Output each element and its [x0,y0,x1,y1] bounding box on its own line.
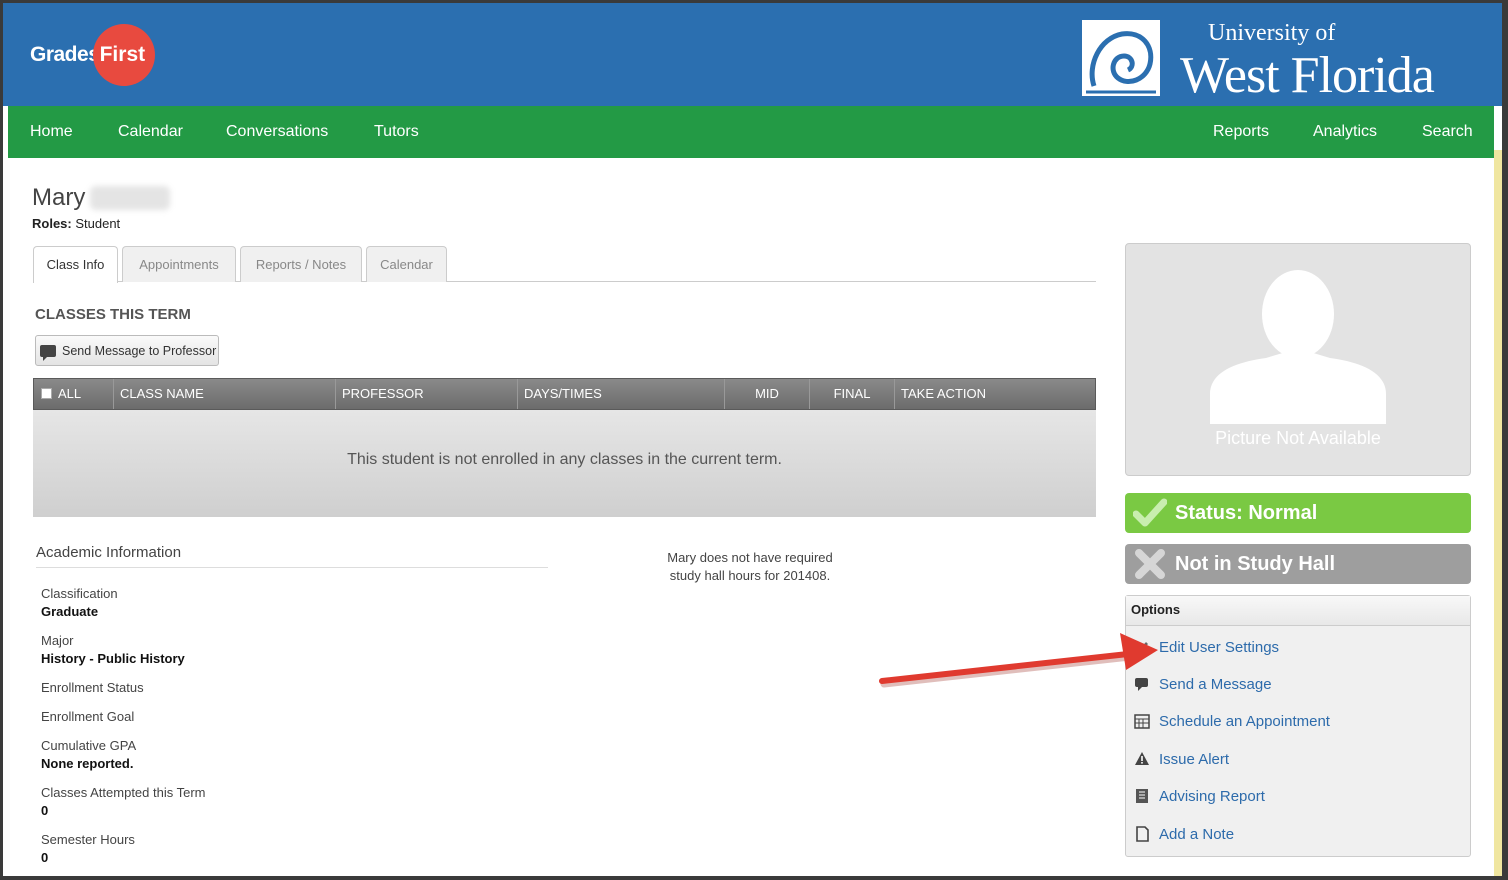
top-header: Grades First University of West Florida [0,0,1508,106]
academic-info-title: Academic Information [36,544,182,561]
edit-user-settings-link[interactable]: Edit User Settings [1134,636,1279,658]
x-mark-icon [1135,549,1165,579]
redacted-last-name [90,186,170,210]
main-nav: Home Calendar Conversations Tutors Repor… [8,106,1494,158]
west-florida-text: West Florida [1180,47,1435,104]
add-a-note-link[interactable]: Add a Note [1134,823,1234,845]
nav-home[interactable]: Home [30,106,73,158]
checkmark-icon [1133,498,1167,527]
status-normal-text: Status: Normal [1175,502,1318,524]
report-icon [1136,789,1148,803]
calendar-icon [1134,714,1150,729]
pencil-icon [1136,642,1148,654]
classes-table-header: ALL CLASS NAME PROFESSOR DAYS/TIMES MID … [33,378,1096,410]
study-hall-status-text: Not in Study Hall [1175,553,1335,575]
roles-label: Roles: [32,216,72,231]
send-a-message-link[interactable]: Send a Message [1134,673,1272,695]
study-hall-line-1: Mary does not have required [667,550,833,565]
cumulative-gpa-label: Cumulative GPA [41,738,137,753]
student-name: Mary [32,184,86,211]
options-panel: Options Edit User Settings Send a Messag… [1125,595,1471,857]
add-a-note-label: Add a Note [1159,825,1235,843]
roles-value: Student [71,216,121,231]
classification-value: Graduate [41,604,99,619]
status-normal-badge: Status: Normal [1125,493,1471,533]
logo-first-circle: First [93,24,156,86]
page-edge [1494,150,1502,876]
column-professor[interactable]: PROFESSOR [336,379,518,409]
classes-attempted-label: Classes Attempted this Term [41,785,206,800]
enrollment-status-label: Enrollment Status [41,680,144,695]
advising-report-link[interactable]: Advising Report [1134,785,1265,807]
cumulative-gpa-value: None reported. [41,756,134,771]
study-hall-line-2: study hall hours for 201408. [669,568,831,583]
tab-calendar[interactable]: Calendar [366,246,447,282]
column-all[interactable]: ALL [34,379,114,409]
column-class-name[interactable]: CLASS NAME [114,379,336,409]
semester-hours-label: Semester Hours [41,832,135,847]
nav-analytics[interactable]: Analytics [1313,106,1377,158]
logo-first-text: First [99,43,146,66]
column-days-times[interactable]: DAYS/TIMES [518,379,725,409]
tab-appointments[interactable]: Appointments [122,246,236,282]
chat-icon [40,344,56,361]
university-logo: University of West Florida [1082,20,1472,104]
profile-picture-placeholder: Picture Not Available [1125,243,1471,476]
gradesfirst-logo[interactable]: Grades First [30,24,156,86]
nav-search[interactable]: Search [1422,106,1473,158]
column-final[interactable]: FINAL [810,379,895,409]
nav-reports[interactable]: Reports [1213,106,1269,158]
options-title: Options [1126,596,1470,626]
send-message-label: Send Message to Professor [62,343,217,358]
semester-hours-value: 0 [41,850,49,865]
logo-grades-text: Grades [30,43,100,66]
study-hall-status-badge: Not in Study Hall [1125,544,1471,584]
nav-calendar[interactable]: Calendar [118,106,183,158]
nautilus-logo-icon [1082,20,1160,96]
university-of-text: University of [1208,20,1336,46]
picture-not-available-text: Picture Not Available [1215,428,1381,448]
nav-conversations[interactable]: Conversations [226,106,328,158]
schedule-appointment-label: Schedule an Appointment [1159,712,1330,730]
schedule-appointment-link[interactable]: Schedule an Appointment [1134,710,1330,732]
issue-alert-link[interactable]: Issue Alert [1134,748,1229,770]
nav-tutors[interactable]: Tutors [374,106,419,158]
warning-icon [1135,752,1149,765]
tab-reports-notes[interactable]: Reports / Notes [240,246,362,282]
advising-report-label: Advising Report [1159,787,1265,805]
note-icon [1136,826,1149,842]
classification-label: Classification [41,586,118,601]
column-mid[interactable]: MID [725,379,810,409]
classes-attempted-value: 0 [41,803,49,818]
column-take-action[interactable]: TAKE ACTION [895,379,1095,409]
edit-user-settings-label: Edit User Settings [1159,638,1280,656]
major-value: History - Public History [41,651,185,666]
issue-alert-label: Issue Alert [1159,750,1230,768]
send-a-message-label: Send a Message [1159,675,1272,693]
classes-empty-message: This student is not enrolled in any clas… [33,410,1096,517]
classes-title: CLASSES THIS TERM [35,306,191,323]
chat-icon [1135,678,1148,691]
enrollment-goal-label: Enrollment Goal [41,709,135,724]
select-all-checkbox[interactable] [41,388,52,399]
academic-info-divider [36,567,548,568]
roles-line: Roles: Student [32,216,120,231]
send-message-to-professor-button[interactable]: Send Message to Professor [35,335,219,366]
study-hall-message: Mary does not have required study hall h… [620,549,880,585]
column-all-label: ALL [58,386,82,401]
tab-class-info[interactable]: Class Info [33,246,118,283]
major-label: Major [41,633,74,648]
